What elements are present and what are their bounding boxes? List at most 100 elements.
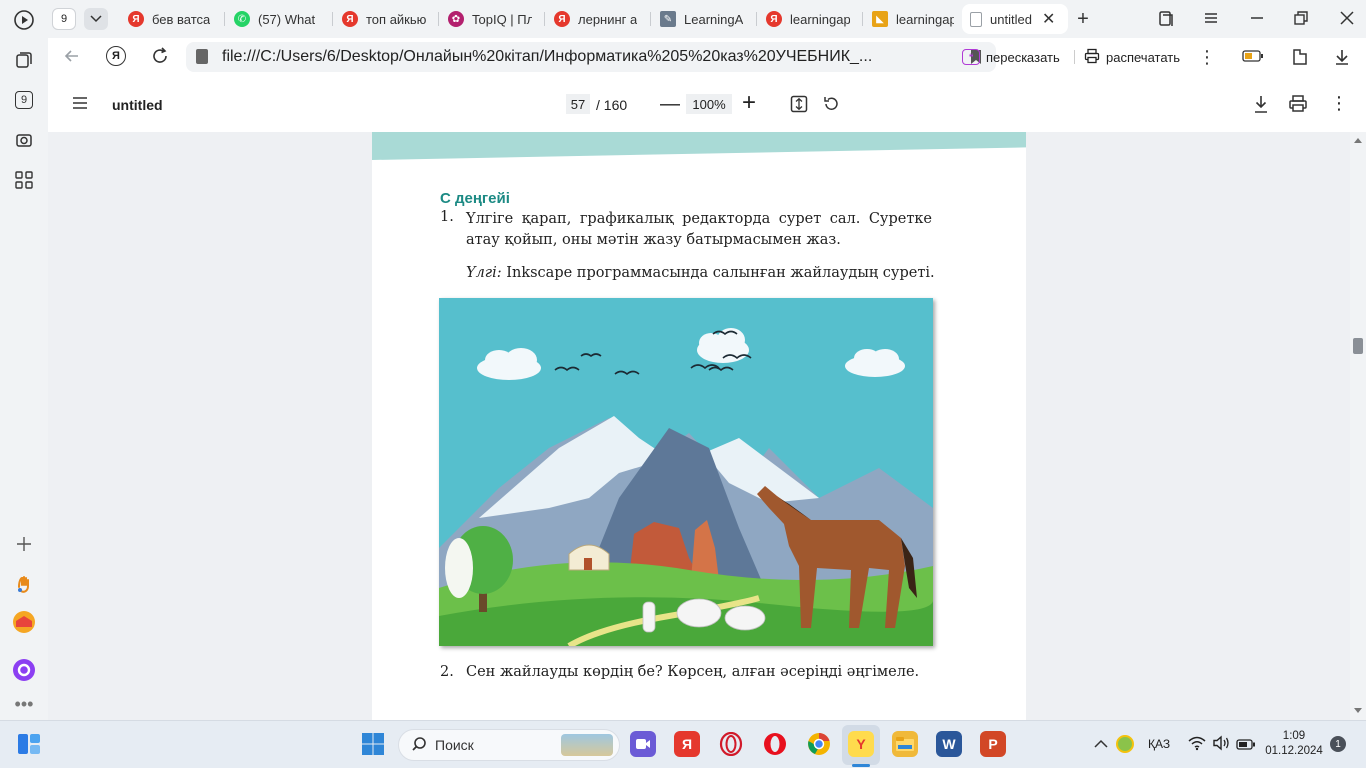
tab-divider	[650, 12, 651, 26]
yandex-icon: Я	[766, 11, 782, 27]
tab-title: learningap	[790, 11, 850, 27]
clock[interactable]: 1:09 01.12.2024	[1262, 729, 1326, 759]
tab-divider	[438, 12, 439, 26]
tab-title: бев ватса	[152, 11, 211, 27]
powerpoint-icon[interactable]: P	[980, 731, 1006, 757]
tab-0[interactable]: Ябев ватса	[120, 4, 220, 34]
printer-icon	[1084, 48, 1100, 67]
word-icon[interactable]: W	[936, 731, 962, 757]
yandex-icon: Я	[342, 11, 358, 27]
pdf-scrollbar[interactable]	[1350, 132, 1366, 720]
opera-icon[interactable]	[762, 731, 788, 757]
rotate-icon[interactable]	[822, 95, 840, 116]
page-menu-icon[interactable]: ⋮	[1198, 47, 1216, 68]
tab-list-chevron-down-icon[interactable]	[84, 8, 108, 30]
tab-8-active[interactable]: untitled ✕	[962, 4, 1068, 34]
chevron-up-icon[interactable]	[1094, 737, 1108, 752]
screenshot-icon[interactable]	[10, 126, 38, 154]
yandex-app-icon[interactable]: Я	[674, 731, 700, 757]
zoom-in-icon[interactable]: +	[742, 90, 756, 116]
keyboard-language[interactable]: ҚАЗ	[1148, 737, 1170, 751]
close-tab-icon[interactable]: ✕	[1042, 9, 1055, 29]
mail-app-icon[interactable]	[10, 608, 38, 636]
page-number-input[interactable]: 57	[566, 94, 590, 114]
pasture-illustration	[439, 298, 934, 649]
tab-count-badge[interactable]: 9	[52, 8, 76, 30]
pdf-more-options-icon[interactable]: ⋮	[1330, 93, 1348, 114]
topiq-icon: ✿	[448, 11, 464, 27]
more-icon[interactable]: •••	[10, 690, 38, 718]
reload-icon[interactable]	[150, 46, 170, 69]
divider	[1074, 50, 1075, 64]
battery-saver-icon[interactable]	[1242, 50, 1264, 65]
print-label: распечатать	[1106, 49, 1180, 65]
page-header-band	[372, 132, 1026, 160]
tab-4[interactable]: Ялернинг а	[546, 4, 646, 34]
tab-7[interactable]: ◣ learningap	[864, 4, 962, 34]
new-tab-plus-icon[interactable]: +	[1072, 8, 1094, 30]
back-arrow-icon[interactable]	[62, 46, 82, 69]
chrome-icon[interactable]	[806, 731, 832, 757]
close-window-icon[interactable]	[1338, 9, 1356, 30]
tab-strip: 9 Ябев ватса ✆ (57) What Ятоп айкью ✿ TopI…	[48, 0, 1366, 38]
battery-icon[interactable]	[1236, 738, 1256, 753]
fit-page-icon[interactable]	[790, 95, 808, 116]
pasture-illustration-svg	[439, 298, 934, 649]
apps-grid-icon[interactable]	[10, 166, 38, 194]
url-text[interactable]: file:///C:/Users/6/Desktop/Онлайын%20кіт…	[222, 48, 912, 66]
downloads-icon[interactable]	[1332, 47, 1352, 70]
search-icon	[411, 736, 427, 755]
zoom-level-input[interactable]: 100%	[686, 94, 732, 114]
opera-gx-icon[interactable]	[718, 731, 744, 757]
tab-counter-icon[interactable]: 9	[10, 86, 38, 114]
tab-2[interactable]: Ятоп айкью	[334, 4, 434, 34]
play-icon[interactable]	[10, 6, 38, 34]
pdf-sidebar-menu-icon[interactable]	[72, 96, 88, 113]
pdf-viewport[interactable]: С деңгейі 1. Үлгіге қарап, графикалық ре…	[48, 132, 1350, 720]
hand-app-icon[interactable]	[10, 570, 38, 598]
task-1-text: Үлгіге қарап, графикалық редакторда суре…	[466, 211, 932, 248]
tray-app-icon[interactable]	[1116, 735, 1134, 753]
tab-3[interactable]: ✿ TopIQ | Пл	[440, 4, 540, 34]
widgets-icon[interactable]	[16, 731, 42, 757]
scroll-up-arrow-icon[interactable]	[1354, 138, 1362, 143]
alice-assistant-icon[interactable]	[10, 656, 38, 684]
windows-start-icon[interactable]	[360, 731, 386, 757]
wifi-icon[interactable]	[1188, 735, 1206, 754]
retell-button[interactable]: ❝ перескaзать	[962, 44, 1060, 70]
tab-title: TopIQ | Пл	[472, 11, 532, 27]
print-pdf-icon[interactable]	[1288, 94, 1308, 117]
scroll-down-arrow-icon[interactable]	[1354, 708, 1362, 713]
restore-icon[interactable]	[1292, 9, 1310, 30]
video-call-app-icon[interactable]	[630, 731, 656, 757]
tab-6[interactable]: Яlearningap	[758, 4, 858, 34]
retell-icon: ❝	[962, 49, 980, 65]
browser-sidebar: 9 •••	[0, 0, 48, 720]
yandex-browser-icon[interactable]: Y	[848, 731, 874, 757]
file-explorer-icon[interactable]	[892, 731, 918, 757]
bookmarks-panel-icon[interactable]	[1156, 9, 1176, 32]
file-icon	[970, 11, 982, 27]
zoom-out-icon[interactable]: —	[660, 94, 680, 114]
scrollbar-thumb[interactable]	[1353, 338, 1363, 354]
learningapps-flag-icon: ◣	[872, 11, 888, 27]
yandex-home-icon[interactable]: Я	[106, 46, 126, 66]
tab-5[interactable]: ✎ LearningA	[652, 4, 752, 34]
download-pdf-icon[interactable]	[1252, 94, 1270, 117]
tab-title: (57) What	[258, 11, 316, 27]
menu-hamburger-icon[interactable]	[1202, 9, 1220, 30]
address-bar[interactable]: file:///C:/Users/6/Desktop/Онлайын%20кіт…	[186, 42, 996, 72]
file-icon	[196, 49, 208, 64]
volume-icon[interactable]	[1212, 735, 1230, 754]
tab-1[interactable]: ✆ (57) What	[226, 4, 326, 34]
minimize-icon[interactable]	[1248, 9, 1266, 30]
add-panel-icon[interactable]	[10, 530, 38, 558]
tab-title: лернинг а	[578, 11, 638, 27]
print-page-button[interactable]: распечатать	[1084, 44, 1180, 70]
notification-badge[interactable]: 1	[1330, 736, 1346, 752]
navigation-bar: Я file:///C:/Users/6/Desktop/Онлайын%20к…	[48, 38, 1366, 74]
task-2-text: Сен жайлауды көрдің бе? Көрсең, алған әс…	[466, 664, 920, 680]
extensions-icon[interactable]	[1290, 47, 1310, 70]
collections-icon[interactable]	[10, 46, 38, 74]
taskbar-search-box[interactable]: Поиск	[398, 729, 620, 761]
